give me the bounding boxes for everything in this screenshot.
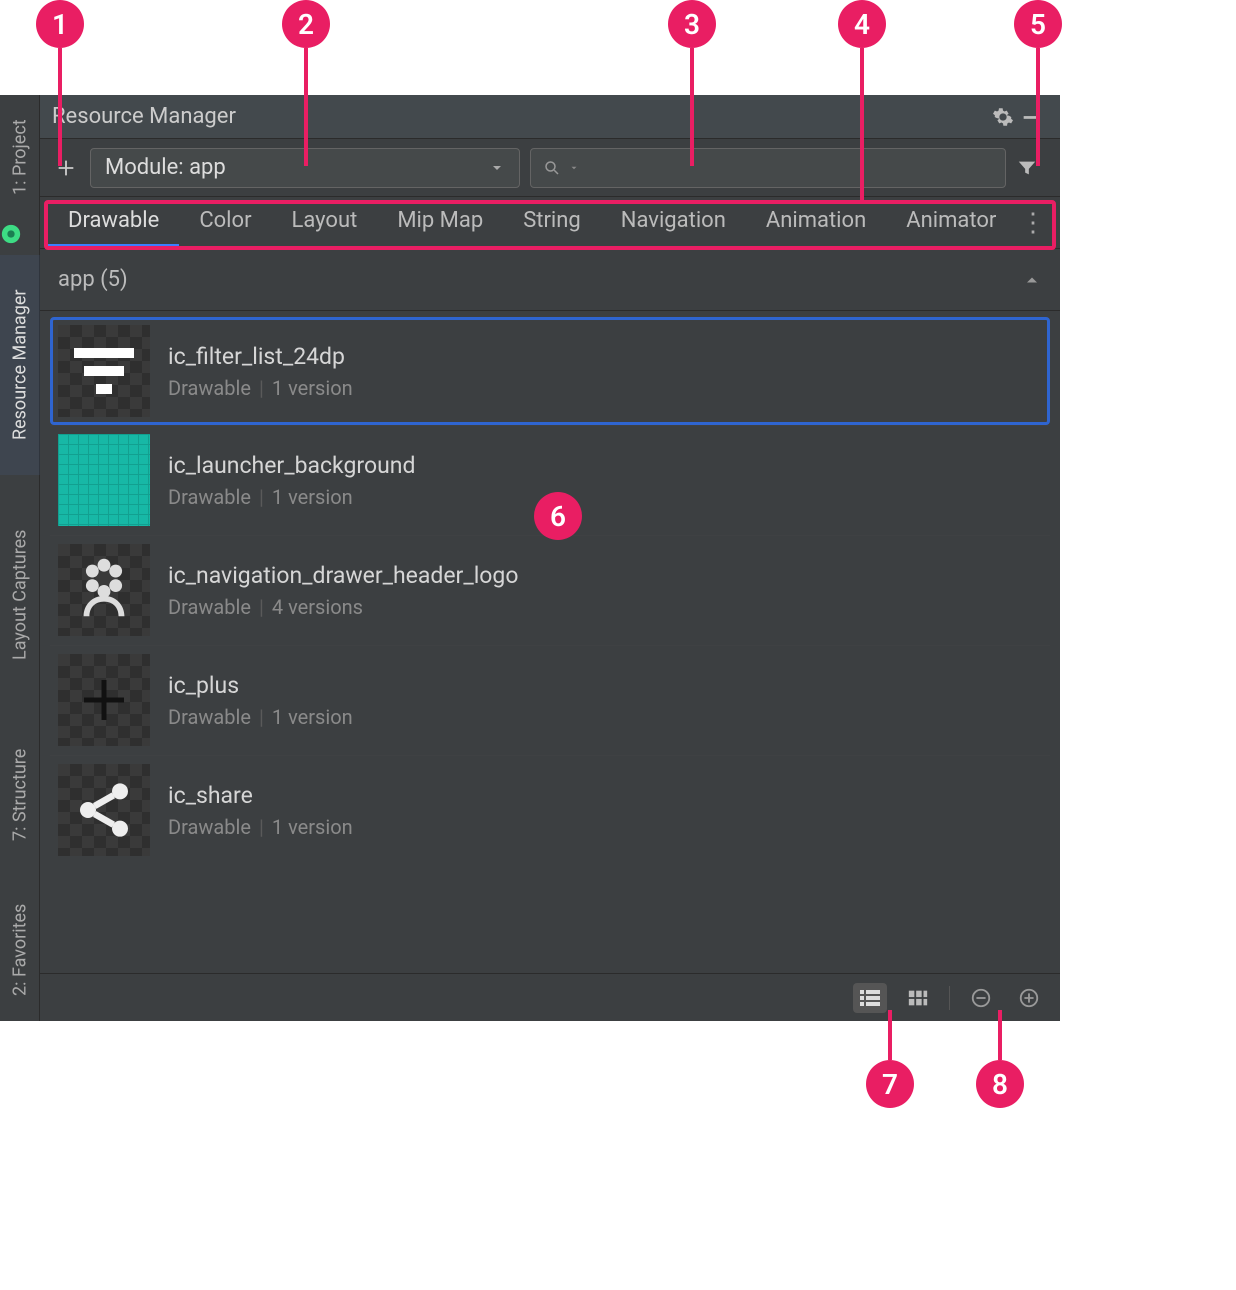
callout-7-leader (888, 1010, 892, 1060)
resource-labels: ic_navigation_drawer_header_logo Drawabl… (168, 562, 518, 619)
tab-animator[interactable]: Animator (886, 197, 1016, 248)
zoom-in-button[interactable] (1012, 983, 1046, 1013)
grid-view-button[interactable] (901, 983, 935, 1013)
tabs-bar: Drawable Color Layout Mip Map String Nav… (40, 197, 1060, 249)
toolstrip-layout-captures[interactable]: Layout Captures (0, 495, 40, 695)
resource-labels: ic_plus Drawable|1 version (168, 672, 353, 729)
left-tool-strip: 1: Project Resource Manager Layout Captu… (0, 95, 40, 1021)
window-title: Resource Manager (52, 104, 992, 129)
search-input[interactable] (587, 156, 993, 179)
tab-mipmap[interactable]: Mip Map (377, 197, 503, 248)
resource-labels: ic_launcher_background Drawable|1 versio… (168, 452, 415, 509)
callout-5: 5 (1014, 0, 1062, 48)
tab-string[interactable]: String (503, 197, 601, 248)
tab-color[interactable]: Color (179, 197, 271, 248)
callout-6: 6 (534, 492, 582, 540)
dropdown-arrow-icon (569, 163, 579, 173)
tab-drawable[interactable]: Drawable (48, 197, 179, 248)
resource-row[interactable]: ic_navigation_drawer_header_logo Drawabl… (50, 535, 1050, 645)
resource-meta: Drawable|4 versions (168, 595, 518, 619)
tab-layout[interactable]: Layout (272, 197, 378, 248)
callout-3-leader (690, 48, 694, 166)
zoom-out-button[interactable] (964, 983, 998, 1013)
resource-manager-window: 1: Project Resource Manager Layout Captu… (0, 95, 1060, 1021)
resource-labels: ic_filter_list_24dp Drawable|1 version (168, 343, 353, 400)
callout-7: 7 (866, 1060, 914, 1108)
callout-2: 2 (282, 0, 330, 48)
resource-name: ic_filter_list_24dp (168, 343, 353, 370)
resource-thumb-plus-icon (58, 654, 150, 746)
tab-navigation[interactable]: Navigation (601, 197, 746, 248)
footer-divider (949, 986, 950, 1010)
toolstrip-project[interactable]: 1: Project (0, 97, 40, 217)
resource-thumb-filter-icon (58, 325, 150, 417)
callout-2-leader (304, 48, 308, 166)
search-box[interactable] (530, 148, 1006, 188)
module-select-label: Module: app (105, 155, 226, 180)
resource-meta: Drawable|1 version (168, 376, 353, 400)
resource-meta: Drawable|1 version (168, 705, 353, 729)
resource-meta: Drawable|1 version (168, 815, 353, 839)
resource-name: ic_navigation_drawer_header_logo (168, 562, 518, 589)
chevron-up-icon (1022, 270, 1042, 290)
resource-name: ic_share (168, 782, 353, 809)
tab-animation[interactable]: Animation (746, 197, 886, 248)
resource-row[interactable]: ic_share Drawable|1 version (50, 755, 1050, 865)
callout-8-leader (998, 1010, 1002, 1060)
section-header-label: app (5) (58, 267, 128, 292)
resource-meta: Drawable|1 version (168, 485, 415, 509)
title-bar: Resource Manager (40, 95, 1060, 139)
footer-bar (40, 973, 1060, 1021)
callout-8: 8 (976, 1060, 1024, 1108)
resource-row[interactable]: ic_filter_list_24dp Drawable|1 version (50, 317, 1050, 425)
toolbar: Module: app (40, 139, 1060, 197)
search-icon (543, 159, 561, 177)
main-column: Resource Manager Module: app (40, 95, 1060, 1021)
resource-thumb-share-icon (58, 764, 150, 856)
toolstrip-structure[interactable]: 7: Structure (0, 715, 40, 875)
minimize-icon[interactable] (1020, 106, 1048, 128)
list-view-button[interactable] (853, 983, 887, 1013)
chevron-down-icon (489, 160, 505, 176)
resource-thumb-launcher-bg (58, 434, 150, 526)
callout-4-leader (860, 48, 864, 202)
callout-4: 4 (838, 0, 886, 48)
gear-icon[interactable] (992, 106, 1020, 128)
tabs-overflow-icon[interactable]: ⋮ (1020, 208, 1046, 238)
android-icon (0, 223, 40, 245)
resource-list: ic_filter_list_24dp Drawable|1 version i… (40, 311, 1060, 973)
toolstrip-favorites[interactable]: 2: Favorites (0, 885, 40, 1015)
resource-row[interactable]: ic_plus Drawable|1 version (50, 645, 1050, 755)
callout-5-leader (1036, 48, 1040, 166)
add-button[interactable] (52, 154, 80, 182)
resource-labels: ic_share Drawable|1 version (168, 782, 353, 839)
section-header[interactable]: app (5) (40, 249, 1060, 311)
resource-thumb-flower-icon (58, 544, 150, 636)
filter-button[interactable] (1016, 157, 1048, 179)
toolstrip-resource-manager[interactable]: Resource Manager (0, 255, 40, 475)
callout-1: 1 (36, 0, 84, 48)
callout-3: 3 (668, 0, 716, 48)
resource-name: ic_plus (168, 672, 353, 699)
resource-name: ic_launcher_background (168, 452, 415, 479)
callout-1-leader (58, 48, 62, 166)
